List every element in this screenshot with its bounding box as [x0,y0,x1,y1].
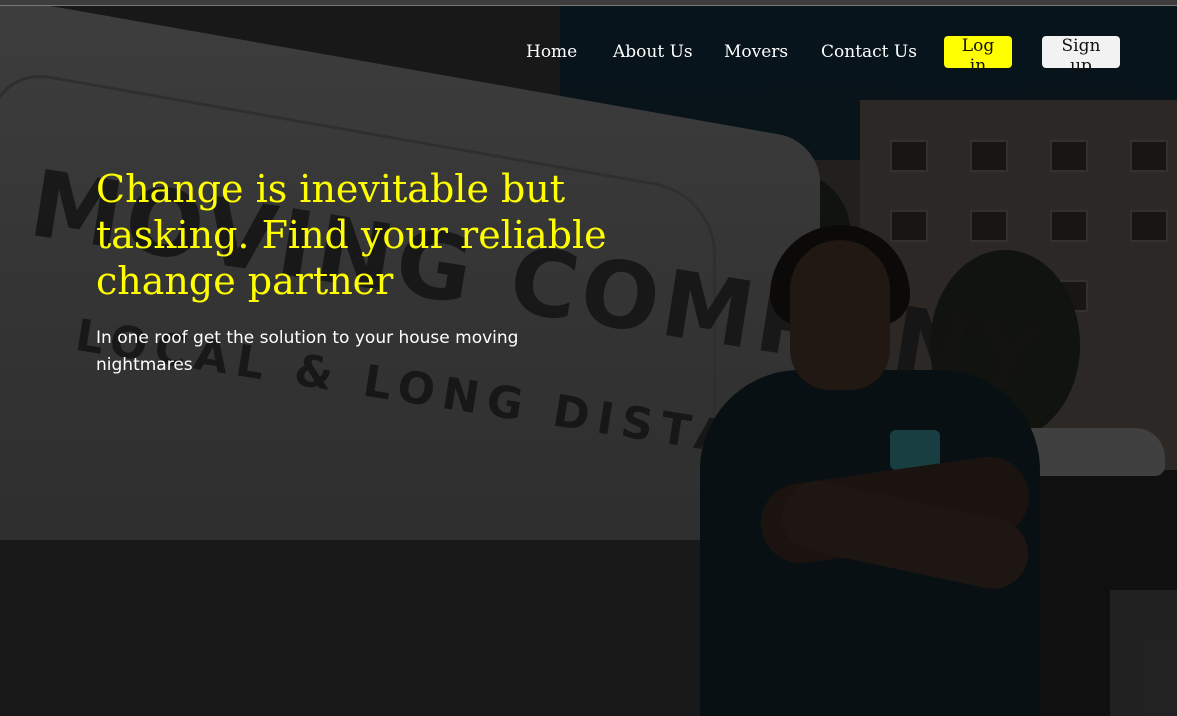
hero-section: MOVING COMPANY LOCAL & LONG DISTANCE Hom… [0,0,1177,716]
hero-subtext: In one roof get the solution to your hou… [96,328,519,375]
nav-home-link[interactable]: Home [526,42,577,62]
nav-about-us-link[interactable]: About Us [613,42,693,62]
top-navigation: Home About Us Movers Contact Us Log in S… [0,36,1177,76]
signup-button[interactable]: Sign up [1042,36,1120,76]
nav-contact-us-link[interactable]: Contact Us [821,42,917,62]
login-button[interactable]: Log in [944,36,1012,76]
nav-movers-link[interactable]: Movers [724,42,788,62]
hero-headline: Change is inevitable but tasking. Find y… [96,167,607,303]
browser-top-edge [0,0,1177,6]
